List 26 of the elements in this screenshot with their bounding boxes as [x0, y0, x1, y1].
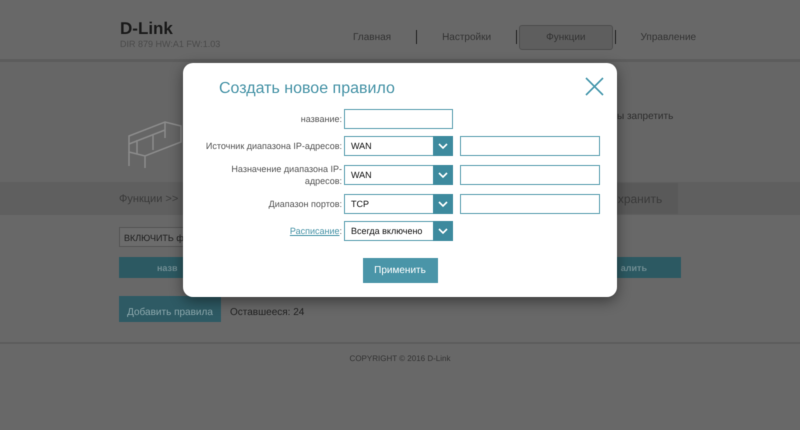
apply-button[interactable]: Применить: [362, 258, 438, 283]
logo: D-Link: [120, 20, 174, 38]
remaining-count: Оставшееся: 24: [230, 307, 304, 318]
column-header: назв: [157, 262, 178, 272]
close-icon[interactable]: [585, 77, 604, 96]
dialog-title: Создать новое правило: [219, 80, 395, 98]
schedule-link[interactable]: Расписание: [290, 226, 340, 236]
dropdown[interactable]: Всегда включено: [344, 221, 453, 241]
range-input[interactable]: [460, 136, 600, 156]
dropdown[interactable]: WAN: [344, 136, 453, 156]
field-label: название:: [300, 113, 342, 125]
add-rule-button[interactable]: Добавить правила: [119, 296, 221, 322]
chevron-down-icon: [438, 201, 448, 207]
range-input[interactable]: [460, 165, 600, 185]
dropdown[interactable]: TCP: [344, 194, 453, 214]
column-header: алить: [620, 262, 647, 272]
field-label: Назначение диапазона IP-адресов:: [230, 163, 342, 187]
field-label: :: [339, 226, 342, 236]
name-input[interactable]: [344, 109, 453, 129]
chevron-down-icon: [438, 228, 448, 234]
range-input[interactable]: [460, 194, 600, 214]
field-label: Источник диапазона IP-адресов:: [206, 140, 342, 152]
field-label: Диапазон портов:: [268, 198, 342, 210]
chevron-down-icon: [438, 172, 448, 178]
dropdown[interactable]: WAN: [344, 165, 453, 185]
chevron-down-icon: [438, 143, 448, 149]
